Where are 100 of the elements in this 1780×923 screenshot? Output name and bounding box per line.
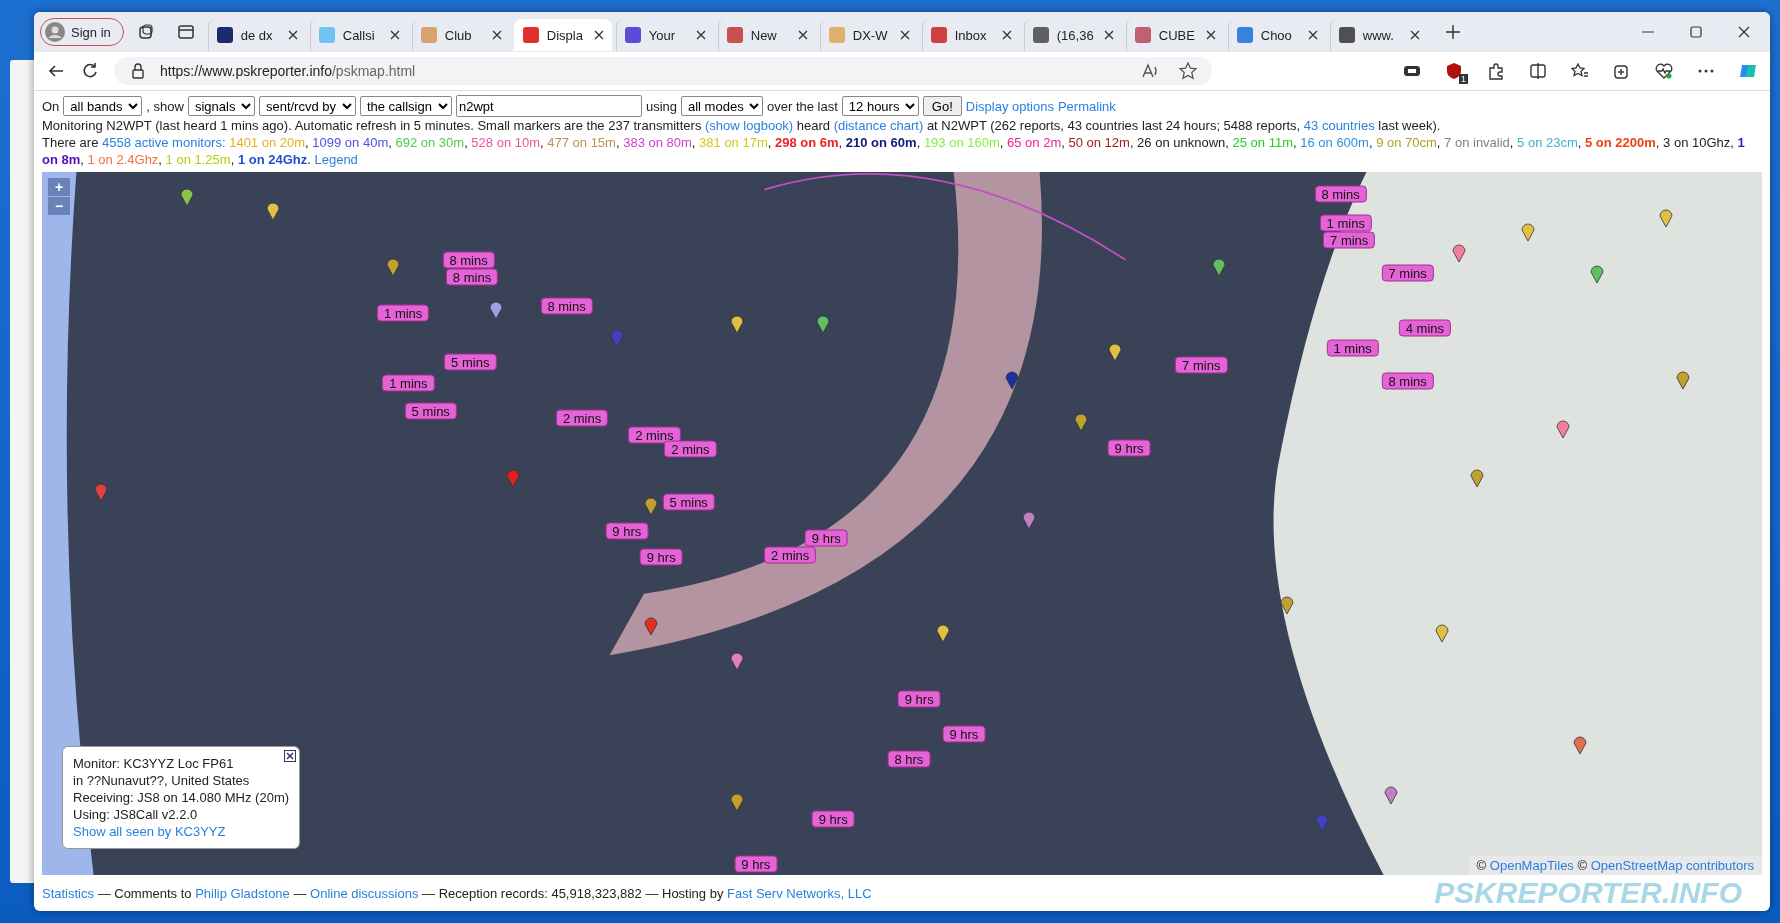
map-pin-icon[interactable]	[730, 650, 744, 671]
link[interactable]: (distance chart)	[833, 118, 924, 133]
show-select[interactable]: signals	[187, 96, 255, 116]
close-icon[interactable]	[284, 750, 297, 762]
time-label: 9 hrs	[1107, 439, 1151, 457]
close-icon[interactable]	[1205, 30, 1216, 40]
link[interactable]: Display options	[965, 98, 1054, 114]
time-label: 9 hrs	[804, 529, 848, 547]
zoom-in-button[interactable]: +	[48, 178, 70, 196]
close-icon[interactable]	[899, 30, 910, 40]
close-icon[interactable]	[1307, 30, 1318, 40]
map-pin-icon[interactable]	[1572, 734, 1587, 755]
map-pin-icon[interactable]	[816, 312, 830, 333]
map-pin-icon[interactable]	[1435, 621, 1450, 642]
time-label: 8 mins	[540, 297, 593, 315]
map-pin-icon[interactable]	[386, 256, 400, 277]
map-pin-icon[interactable]	[1005, 368, 1020, 389]
time-label: 9 hrs	[639, 548, 683, 566]
time-label: 8 mins	[445, 268, 499, 286]
link[interactable]: Online discussions	[310, 885, 419, 901]
maximize-icon[interactable]	[1690, 26, 1702, 38]
time-label: 2 mins	[628, 426, 681, 444]
address-field[interactable]: https://www.pskreporter.info/pskmap.html	[114, 57, 1212, 85]
link[interactable]: Show all seen by KC3YYZ	[73, 823, 290, 840]
footer-text: Statistics — Comments to Philip Gladstone — Online discussions — Reception records: 45,918,323,882 — Hosting by Fast Serv Networks, LLC	[42, 885, 872, 901]
link[interactable]: 43 countries	[1303, 118, 1375, 133]
period-select[interactable]: 12 hours	[841, 96, 919, 116]
map-pin-icon[interactable]	[265, 200, 280, 221]
map-pin-icon[interactable]	[1280, 593, 1295, 614]
show-label: , show	[146, 98, 184, 114]
split-screen-icon[interactable]	[1528, 61, 1548, 81]
link[interactable]: Philip Gladstone	[195, 885, 290, 901]
map-pin-icon[interactable]	[1658, 207, 1673, 228]
time-label: 5 mins	[404, 402, 457, 420]
map-pin-icon[interactable]	[179, 186, 194, 207]
close-icon[interactable]	[695, 30, 706, 40]
close-icon[interactable]	[797, 30, 808, 40]
browser-tab[interactable]: Callsi	[309, 19, 408, 51]
close-icon[interactable]	[287, 30, 298, 40]
map-pin-icon[interactable]	[936, 621, 951, 642]
using-label: using	[645, 98, 677, 114]
link[interactable]: Fast Serv Networks, LLC	[727, 885, 872, 901]
browser-tab[interactable]: CUBE	[1125, 19, 1224, 51]
browser-tab[interactable]: New	[717, 19, 816, 51]
link[interactable]: 4558 active monitors:	[102, 135, 226, 150]
link[interactable]: Statistics	[42, 885, 94, 901]
browser-tab[interactable]: Club	[411, 19, 510, 51]
browser-tab[interactable]: DX-W	[819, 19, 918, 51]
go-button[interactable]: Go!	[922, 96, 962, 116]
close-icon[interactable]	[1409, 30, 1420, 40]
map-pin-icon[interactable]	[1074, 411, 1088, 431]
sign-in-button[interactable]: Sign in	[40, 18, 124, 46]
monitors-text: There are 4558 active monitors: 1401 on 20m, 1099 on 40m, 692 on 30m, 528 on 10m, 477 on 15m, 383 on 80m, 381 on 17m, 298 on 6m, 210 on 60m, 193 on 160m, 65 on 2m, 50 on 12m, 26 on unknown, 25 on 11m, 16 on 600m, 9 on 70cm, 7 on invalid, 5 on 23cm, 5 on 2200m, 3 on 10Ghz, 1 on 8m, 1 on 2.4Ghz, 1 on 1.25m, 1 on 24Ghz. Legend	[42, 134, 1746, 168]
map-pin-icon[interactable]	[644, 614, 658, 635]
map-pin-icon[interactable]	[730, 312, 744, 333]
close-icon[interactable]	[1738, 26, 1750, 38]
map-pin-icon[interactable]	[1383, 783, 1398, 804]
time-label: 8 mins	[442, 251, 495, 269]
map-pin-icon[interactable]	[1211, 256, 1226, 277]
map-pin-icon[interactable]	[1469, 467, 1484, 488]
browser-tab[interactable]: de dx	[207, 19, 306, 51]
callsign-field[interactable]: n2wpt	[455, 95, 642, 117]
browser-tab[interactable]: Choo	[1227, 19, 1326, 51]
browser-tab[interactable]: (16,36	[1023, 19, 1122, 51]
browser-tab[interactable]: Displa	[513, 19, 612, 51]
direction-select[interactable]: sent/rcvd by	[258, 96, 356, 116]
map-pin-icon[interactable]	[730, 790, 744, 811]
map-pin-icon[interactable]	[1022, 509, 1037, 530]
puzzle-icon[interactable]	[1486, 61, 1506, 81]
map-pin-icon[interactable]	[1108, 340, 1123, 361]
map-pin-icon[interactable]	[1590, 263, 1604, 284]
map-pin-icon[interactable]	[489, 298, 504, 319]
browser-tab[interactable]: www.	[1329, 19, 1428, 51]
browser-tab[interactable]: Inbox	[921, 19, 1020, 51]
target-select[interactable]: the callsign	[359, 96, 452, 116]
map-pin-icon[interactable]	[1555, 418, 1570, 439]
close-icon[interactable]	[491, 30, 502, 40]
map-pin-icon[interactable]	[644, 495, 658, 516]
close-icon[interactable]	[389, 30, 400, 40]
shield-icon[interactable]	[1444, 61, 1464, 81]
link[interactable]: (show logbook)	[705, 118, 794, 133]
bands-select[interactable]: all bands	[63, 96, 143, 116]
close-icon[interactable]	[1103, 30, 1114, 40]
time-label: 1 mins	[382, 374, 435, 392]
close-icon[interactable]	[593, 30, 604, 40]
new-tab-icon[interactable]	[1445, 25, 1460, 39]
map-pin-icon[interactable]	[1521, 221, 1536, 242]
browser-tab[interactable]: Your	[615, 19, 714, 51]
map-pin-icon[interactable]	[1452, 242, 1467, 263]
close-icon[interactable]	[1001, 30, 1012, 40]
time-label: 7 mins	[1175, 356, 1228, 374]
map-pin-icon[interactable]	[1676, 368, 1690, 389]
heartbeat-icon[interactable]	[1654, 61, 1674, 81]
star-icon[interactable]	[1178, 61, 1198, 81]
zoom-out-button[interactable]: −	[48, 197, 70, 215]
map-attribution: © OpenMapTiles © OpenStreetMap contributors	[1468, 856, 1762, 875]
extension-badge: 1	[1459, 74, 1468, 84]
modes-select[interactable]: all modes	[681, 96, 763, 116]
link[interactable]: Legend	[314, 152, 358, 167]
link[interactable]: Permalink	[1057, 98, 1116, 114]
